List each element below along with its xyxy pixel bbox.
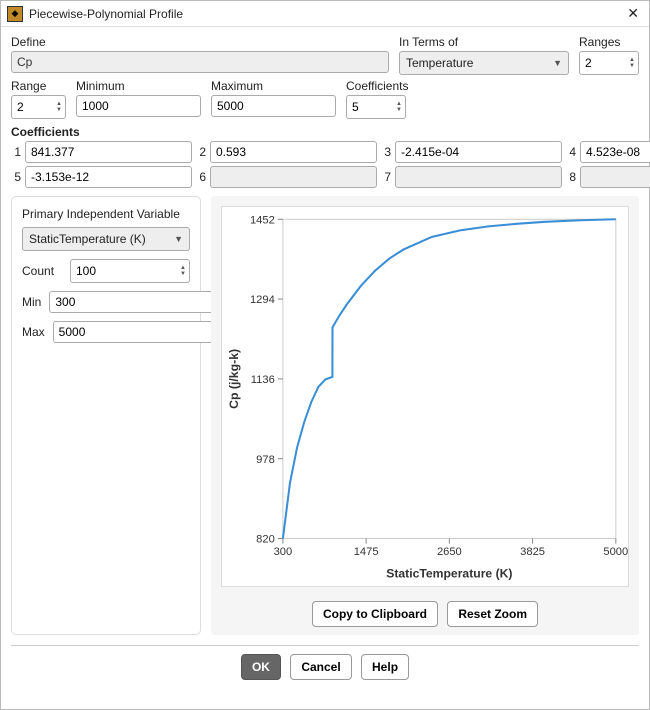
copy-to-clipboard-button[interactable]: Copy to Clipboard — [312, 601, 438, 627]
coef-4-input[interactable] — [580, 141, 650, 163]
svg-text:820: 820 — [256, 534, 275, 546]
coefcount-spinner[interactable]: ▲▼ — [346, 95, 406, 119]
piv-panel: Primary Independent Variable StaticTempe… — [11, 196, 201, 635]
chart-panel: 300 1475 2650 3825 5000 820 978 1136 1294 1452 Sta… — [211, 196, 639, 635]
ranges-label: Ranges — [579, 35, 639, 49]
coefcount-label: Coefficients — [346, 79, 406, 93]
minimum-label: Minimum — [76, 79, 201, 93]
svg-text:2650: 2650 — [437, 546, 462, 558]
svg-text:1452: 1452 — [250, 214, 275, 226]
window-title: Piecewise-Polynomial Profile — [29, 7, 623, 21]
interms-value: Temperature — [406, 56, 473, 70]
ranges-value[interactable] — [580, 52, 626, 74]
piv-select[interactable]: StaticTemperature (K) ▼ — [22, 227, 190, 251]
separator — [11, 645, 639, 646]
coef-index: 7 — [381, 170, 391, 184]
svg-text:300: 300 — [274, 546, 293, 558]
coef-index: 4 — [566, 145, 576, 159]
max-label: Max — [22, 325, 45, 339]
close-icon[interactable]: ✕ — [623, 5, 643, 22]
piv-label: Primary Independent Variable — [22, 207, 190, 221]
coefficients-heading: Coefficients — [11, 125, 639, 139]
coef-index: 5 — [11, 170, 21, 184]
coef-index: 6 — [196, 170, 206, 184]
define-label: Define — [11, 35, 389, 49]
svg-text:5000: 5000 — [603, 546, 628, 558]
svg-text:StaticTemperature (K): StaticTemperature (K) — [386, 566, 512, 580]
titlebar: ◆ Piecewise-Polynomial Profile ✕ — [1, 1, 649, 27]
coef-index: 3 — [381, 145, 391, 159]
range-label: Range — [11, 79, 66, 93]
interms-label: In Terms of — [399, 35, 569, 49]
chevron-down-icon: ▼ — [553, 58, 562, 68]
ranges-spinner[interactable]: ▲▼ — [579, 51, 639, 75]
coef-3-input[interactable] — [395, 141, 562, 163]
coef-index: 1 — [11, 145, 21, 159]
spinner-down-icon[interactable]: ▼ — [180, 271, 186, 277]
svg-text:Cp (j/kg-k): Cp (j/kg-k) — [227, 349, 241, 409]
minimum-input[interactable] — [76, 95, 201, 117]
svg-text:1294: 1294 — [250, 294, 275, 306]
ok-button[interactable]: OK — [241, 654, 281, 680]
count-label: Count — [22, 264, 62, 278]
coef-index: 8 — [566, 170, 576, 184]
coef-2-input[interactable] — [210, 141, 377, 163]
coef-5-input[interactable] — [25, 166, 192, 188]
min-label: Min — [22, 295, 41, 309]
max-input[interactable] — [53, 321, 220, 343]
define-field — [11, 51, 389, 73]
piv-value: StaticTemperature (K) — [29, 232, 146, 246]
app-icon: ◆ — [7, 6, 23, 22]
spinner-down-icon[interactable]: ▼ — [396, 107, 402, 113]
svg-text:1136: 1136 — [251, 374, 275, 386]
chevron-down-icon: ▼ — [174, 234, 183, 244]
count-spinner[interactable]: ▲▼ — [70, 259, 190, 283]
range-value[interactable] — [12, 96, 53, 118]
spinner-down-icon[interactable]: ▼ — [56, 107, 62, 113]
svg-text:978: 978 — [256, 454, 275, 466]
chart-area[interactable]: 300 1475 2650 3825 5000 820 978 1136 1294 1452 Sta… — [221, 206, 629, 587]
coef-index: 2 — [196, 145, 206, 159]
cancel-button[interactable]: Cancel — [290, 654, 351, 680]
maximum-label: Maximum — [211, 79, 336, 93]
coefcount-value[interactable] — [347, 96, 393, 118]
svg-text:1475: 1475 — [354, 546, 379, 558]
coef-8-input — [580, 166, 650, 188]
reset-zoom-button[interactable]: Reset Zoom — [447, 601, 538, 627]
range-spinner[interactable]: ▲▼ — [11, 95, 66, 119]
min-input[interactable] — [49, 291, 216, 313]
maximum-input[interactable] — [211, 95, 336, 117]
coef-6-input — [210, 166, 377, 188]
svg-text:3825: 3825 — [520, 546, 545, 558]
spinner-down-icon[interactable]: ▼ — [629, 63, 635, 69]
help-button[interactable]: Help — [361, 654, 409, 680]
coef-1-input[interactable] — [25, 141, 192, 163]
interms-select[interactable]: Temperature ▼ — [399, 51, 569, 75]
count-value[interactable] — [71, 260, 177, 282]
coef-7-input — [395, 166, 562, 188]
